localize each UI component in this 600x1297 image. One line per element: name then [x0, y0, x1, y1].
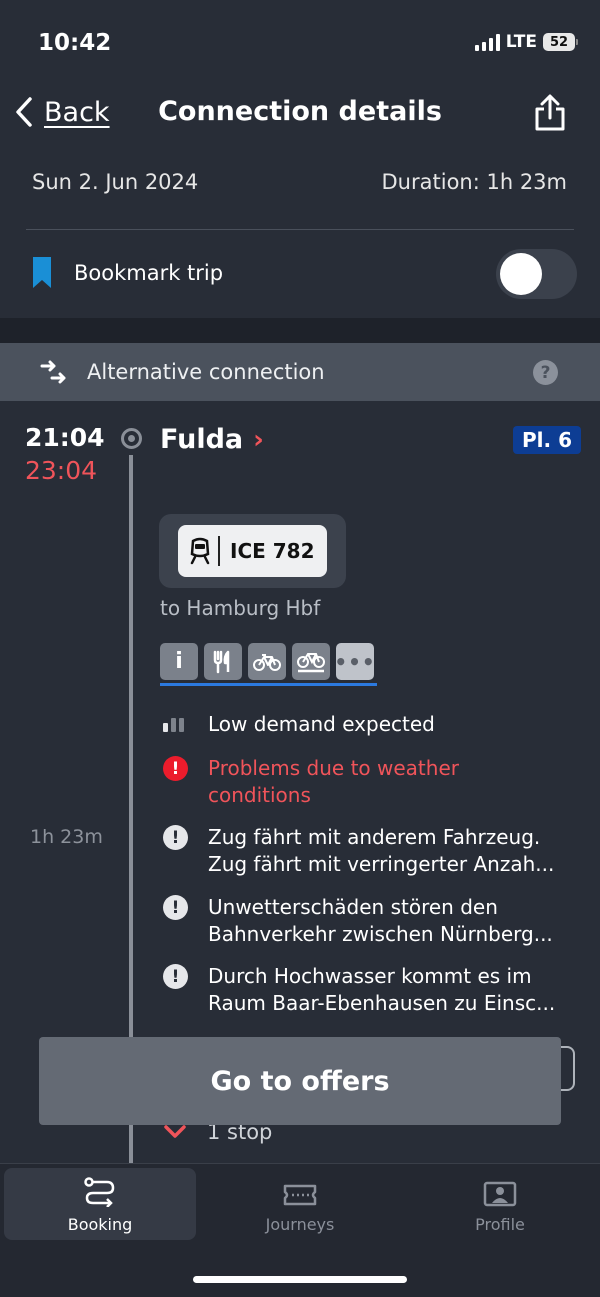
ticket-icon: [283, 1184, 317, 1206]
info-icon[interactable]: i: [160, 643, 198, 680]
demand-icon: [163, 714, 184, 732]
station-dot-icon: [121, 428, 142, 449]
weather-warning[interactable]: Problems due to weather conditions: [208, 755, 508, 809]
bookmark-label: Bookmark trip: [74, 260, 224, 285]
bookmark-toggle[interactable]: [496, 249, 577, 299]
train-card[interactable]: ICE 782: [159, 514, 346, 588]
battery-level: 52: [543, 33, 575, 51]
departure-time-actual: 23:04: [25, 456, 98, 485]
amenities-list[interactable]: i •••: [160, 643, 375, 680]
platform-badge: Pl. 6: [513, 426, 581, 454]
bookmark-row: Bookmark trip: [32, 256, 223, 289]
amenities-underline: [160, 683, 377, 686]
tab-label: Profile: [475, 1215, 525, 1234]
chevron-right-icon: ›: [253, 424, 264, 455]
back-button[interactable]: Back: [14, 96, 110, 128]
route-icon: [84, 1177, 115, 1207]
info-alert-icon: !: [163, 964, 188, 989]
status-indicators: LTE 52: [474, 32, 578, 52]
signal-icon: [474, 33, 500, 51]
help-icon[interactable]: ?: [533, 360, 558, 385]
info-alert-icon: !: [163, 825, 188, 850]
share-button[interactable]: [534, 94, 566, 136]
bike-icon[interactable]: [248, 643, 286, 680]
divider: [26, 229, 574, 230]
status-time: 10:42: [38, 30, 112, 56]
demand-message: Low demand expected: [208, 712, 435, 736]
chevron-left-icon: [16, 97, 32, 127]
train-chip: ICE 782: [178, 525, 327, 577]
network-label: LTE: [505, 32, 537, 52]
station-name: Fulda: [160, 424, 244, 455]
chevron-down-icon: [164, 1125, 186, 1138]
toggle-knob: [500, 253, 542, 295]
more-icon[interactable]: •••: [334, 643, 375, 680]
tab-label: Journeys: [265, 1215, 335, 1234]
departure-time-planned: 21:04: [25, 423, 105, 452]
battery-icon: 52: [543, 33, 578, 51]
alternative-connection-label: Alternative connection: [87, 360, 325, 384]
back-label: Back: [44, 96, 110, 128]
go-to-offers-button[interactable]: Go to offers: [39, 1037, 561, 1125]
trip-date: Sun 2. Jun 2024: [32, 170, 199, 194]
tab-journeys[interactable]: Journeys: [204, 1168, 396, 1240]
leg-duration: 1h 23m: [30, 826, 103, 848]
trip-duration: Duration: 1h 23m: [381, 170, 567, 194]
alternative-connection-icon: [39, 360, 67, 388]
bookmark-icon: [33, 257, 51, 288]
section-separator: [0, 318, 600, 343]
home-indicator: [193, 1276, 407, 1283]
station-link[interactable]: Fulda ›: [160, 424, 264, 455]
notice-flood[interactable]: Durch Hochwasser kommt es im Raum Baar-E…: [208, 963, 573, 1017]
profile-icon: [483, 1181, 517, 1207]
restaurant-icon[interactable]: [204, 643, 242, 680]
info-alert-icon: !: [163, 895, 188, 920]
tab-profile[interactable]: Profile: [404, 1168, 596, 1240]
notice-storm[interactable]: Unwetterschäden stören den Bahnverkehr z…: [208, 894, 573, 948]
share-icon: [535, 94, 565, 131]
notice-vehicle[interactable]: Zug fährt mit anderem Fahrzeug. Zug fähr…: [208, 824, 573, 878]
train-name: ICE 782: [230, 539, 315, 563]
bike-reservation-icon[interactable]: [292, 643, 330, 680]
train-icon: [190, 537, 210, 565]
tab-booking[interactable]: Booking: [4, 1168, 196, 1240]
warning-icon: !: [163, 756, 188, 781]
tab-label: Booking: [67, 1215, 133, 1234]
train-destination: to Hamburg Hbf: [160, 596, 321, 620]
